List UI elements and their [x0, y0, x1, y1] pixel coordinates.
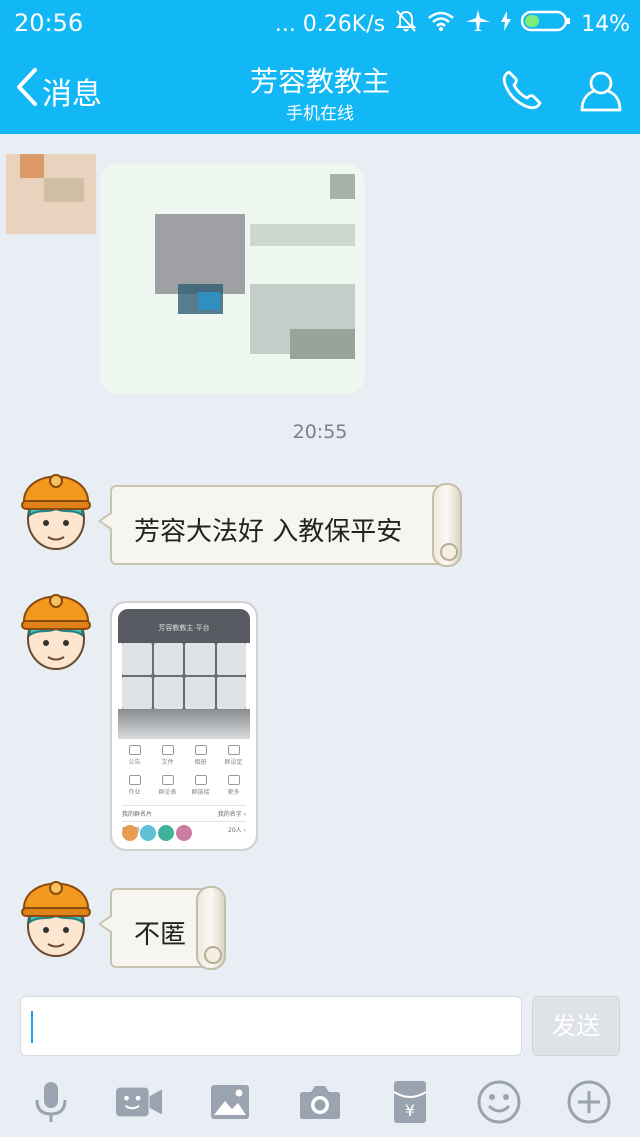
screenshot-menu-item: 公告	[118, 741, 151, 771]
call-button[interactable]	[500, 68, 544, 116]
phone-icon	[500, 70, 544, 116]
avatar[interactable]	[14, 459, 98, 553]
screenshot-menu-item: 文件	[151, 741, 184, 771]
screenshot-menu: 公告 文件 相册 群设定 作业 群论表 群链接 更多	[118, 741, 250, 801]
red-packet-icon[interactable]: ¥	[386, 1078, 434, 1126]
text-caret	[31, 1011, 33, 1043]
bell-off-icon	[395, 9, 417, 39]
screenshot-row: 我的群名片 我的名字 ›	[122, 805, 246, 818]
message-bubble[interactable]: 不匿	[98, 886, 226, 970]
composer: 发送	[0, 990, 640, 1060]
image-message[interactable]: 芳容教教主·平台 公告 文件 相册 群设定 作业 群论表 群链接 更多 我的群名…	[110, 601, 258, 851]
battery-icon	[520, 9, 571, 39]
chat-area[interactable]: 20:55 芳容大法好 入教保平安 芳容教教主·平台 公告 文件 相册 群设定 …	[0, 134, 640, 990]
charging-icon	[501, 11, 512, 37]
screenshot-menu-item: 作业	[118, 771, 151, 801]
airplane-icon	[465, 9, 491, 39]
message-text: 不匿	[134, 920, 187, 950]
video-icon[interactable]	[115, 1078, 163, 1126]
screenshot-menu-item: 群论表	[151, 771, 184, 801]
contact-status: 手机在线	[286, 104, 354, 124]
status-bar: 20:56 ... 0.26K/s 14%	[0, 0, 640, 48]
shared-screenshot: 芳容教教主·平台 公告 文件 相册 群设定 作业 群论表 群链接 更多 我的群名…	[118, 609, 250, 843]
send-button[interactable]: 发送	[532, 996, 620, 1056]
status-time: 20:56	[14, 9, 84, 37]
screenshot-menu-item: 相册	[184, 741, 217, 771]
svg-text:¥: ¥	[405, 1101, 415, 1120]
blurred-previous-message	[0, 134, 400, 394]
input-toolbar: ¥	[0, 1066, 640, 1137]
microphone-icon[interactable]	[27, 1078, 75, 1126]
avatar[interactable]	[14, 866, 98, 960]
battery-percent: 14%	[581, 11, 630, 37]
message-bubble[interactable]: 芳容大法好 入教保平安	[98, 483, 462, 567]
screenshot-menu-item: 群链接	[184, 771, 217, 801]
screenshot-header: 芳容教教主·平台	[118, 609, 250, 643]
screenshot-menu-item: 更多	[217, 771, 250, 801]
camera-icon[interactable]	[296, 1078, 344, 1126]
message-input[interactable]	[20, 996, 522, 1056]
profile-icon	[578, 71, 624, 118]
network-speed: ... 0.26K/s	[274, 11, 386, 37]
emoji-icon[interactable]	[475, 1078, 523, 1126]
screenshot-avatar-grid	[122, 643, 246, 709]
status-indicators: ... 0.26K/s 14%	[275, 9, 630, 39]
plus-icon[interactable]	[565, 1078, 613, 1126]
chat-header: 消息 芳容教教主 手机在线	[0, 48, 640, 134]
screenshot-menu-item: 群设定	[217, 741, 250, 771]
profile-button[interactable]	[578, 68, 624, 118]
message-timestamp: 20:55	[292, 421, 348, 443]
wifi-icon	[427, 10, 455, 38]
avatar[interactable]	[14, 579, 98, 673]
message-text: 芳容大法好 入教保平安	[134, 517, 403, 547]
screenshot-member-avatars	[122, 825, 192, 841]
image-icon[interactable]	[206, 1078, 254, 1126]
contact-name: 芳容教教主	[249, 65, 390, 98]
